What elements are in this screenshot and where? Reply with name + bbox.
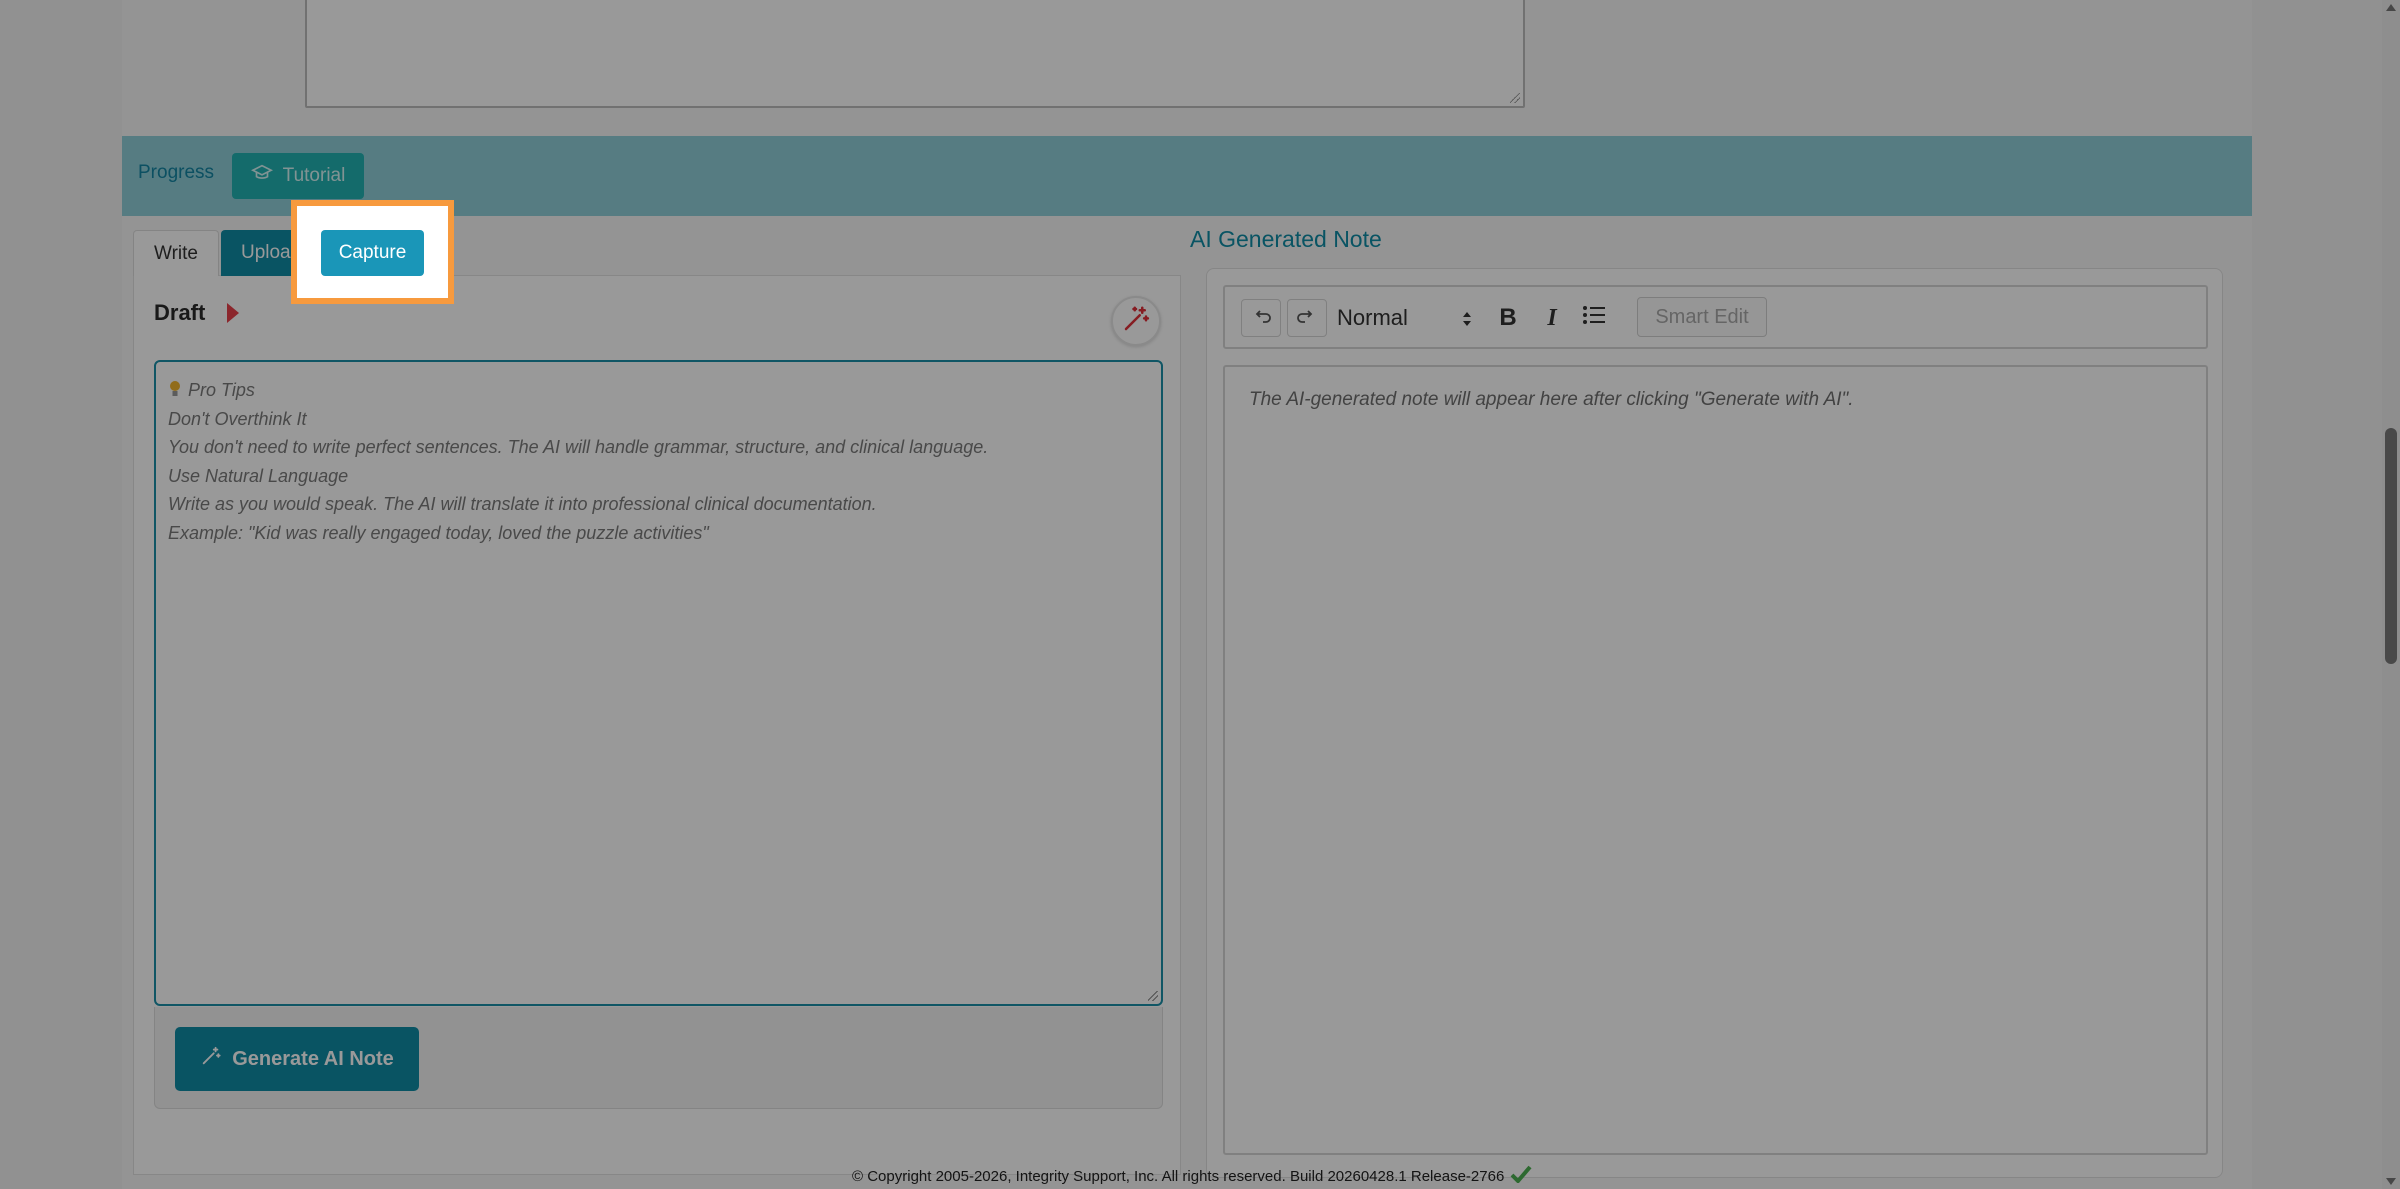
ai-note-panel: Normal B I Smart Edit The AI-generated n…	[1206, 268, 2223, 1178]
tab-capture[interactable]: Capture	[321, 230, 424, 276]
ai-note-editor[interactable]: The AI-generated note will appear here a…	[1223, 365, 2208, 1155]
tutorial-button[interactable]: Tutorial	[232, 153, 364, 199]
scroll-thumb[interactable]	[2385, 428, 2397, 664]
checkmark-icon	[1510, 1165, 1532, 1187]
redo-button[interactable]	[1287, 299, 1327, 337]
generate-ai-note-button[interactable]: Generate AI Note	[175, 1027, 419, 1091]
tutorial-label: Tutorial	[282, 165, 346, 186]
tab-write[interactable]: Write	[133, 230, 219, 276]
copyright-text: © Copyright 2005-2026, Integrity Support…	[852, 1167, 1505, 1185]
lightbulb-icon	[168, 379, 182, 399]
magic-wand-icon	[200, 1045, 222, 1073]
tip-line: Use Natural Language	[168, 465, 349, 486]
magic-wand-button[interactable]	[1111, 296, 1161, 346]
tip-line: Write as you would speak. The AI will tr…	[168, 494, 877, 514]
format-select[interactable]: Normal	[1337, 301, 1473, 335]
draft-title: Draft	[154, 300, 206, 325]
resize-grip-icon[interactable]	[1148, 991, 1158, 1001]
italic-button[interactable]: I	[1535, 301, 1569, 335]
undo-button[interactable]	[1241, 299, 1281, 337]
progress-bar: Progress Tutorial	[122, 136, 2252, 216]
undo-icon	[1249, 304, 1273, 333]
graduation-cap-icon	[250, 162, 273, 190]
redo-icon	[1295, 304, 1319, 333]
input-tabs: Write Upload	[133, 230, 319, 276]
tip-line: Don't Overthink It	[168, 408, 307, 429]
draft-collapse-arrow-icon[interactable]	[227, 303, 239, 323]
resize-grip-icon[interactable]	[1510, 93, 1520, 103]
format-value: Normal	[1337, 305, 1408, 330]
copyright-footer: © Copyright 2005-2026, Integrity Support…	[852, 1165, 1532, 1187]
scroll-down-arrow-icon[interactable]	[2386, 1178, 2396, 1185]
magic-wand-icon	[1121, 304, 1151, 339]
select-arrows-icon	[1461, 308, 1473, 330]
smart-edit-button[interactable]: Smart Edit	[1637, 297, 1767, 337]
tip-line: You don't need to write perfect sentence…	[168, 437, 989, 457]
generate-label: Generate AI Note	[232, 1047, 394, 1070]
notes-textarea-top[interactable]	[305, 0, 1525, 108]
pro-tips-heading: Pro Tips	[168, 376, 1149, 405]
bold-button[interactable]: B	[1491, 301, 1525, 335]
ai-note-title: AI Generated Note	[1190, 226, 1382, 252]
editor-toolbar: Normal B I Smart Edit	[1223, 285, 2208, 349]
bullet-list-button[interactable]	[1577, 301, 1611, 335]
tip-line: Example: "Kid was really engaged today, …	[168, 522, 709, 543]
scroll-up-arrow-icon[interactable]	[2386, 4, 2396, 11]
list-icon	[1581, 302, 1607, 335]
progress-label: Progress	[138, 162, 215, 183]
ai-note-placeholder: The AI-generated note will appear here a…	[1249, 389, 1854, 410]
generate-footer: Generate AI Note	[154, 1007, 1163, 1109]
draft-textarea[interactable]: Pro Tips Don't Overthink It You don't ne…	[154, 360, 1163, 1006]
vertical-scrollbar[interactable]	[2382, 0, 2400, 1189]
